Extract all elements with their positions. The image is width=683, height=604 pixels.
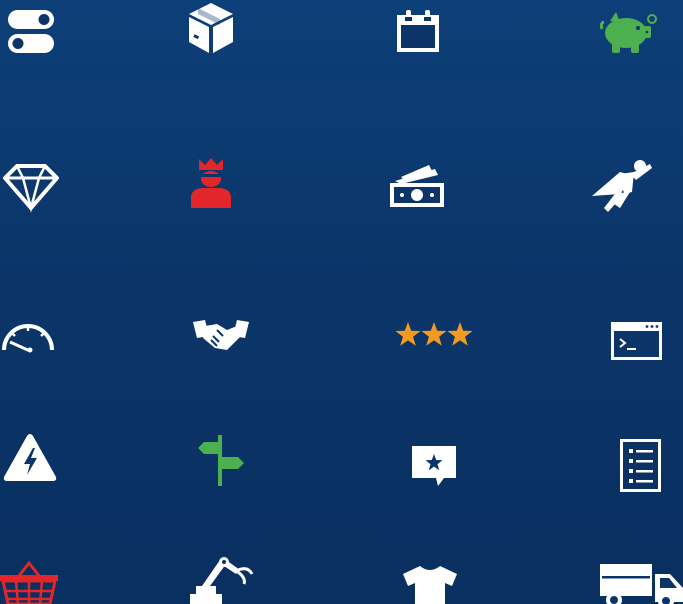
- high-voltage-warning-icon: [2, 433, 58, 482]
- calendar-icon: [396, 10, 440, 53]
- robot-arm-icon: [190, 556, 256, 604]
- shopping-basket-icon: [0, 560, 58, 604]
- delivery-truck-icon: [600, 564, 683, 604]
- superhero-icon: [590, 158, 652, 214]
- star-chat-bubble-icon: [412, 446, 456, 487]
- t-shirt-icon: [403, 566, 457, 604]
- handshake-icon: [193, 318, 249, 354]
- king-user-icon: [190, 158, 232, 209]
- signpost-icon: [198, 435, 244, 486]
- diamond-icon: [3, 164, 59, 213]
- speedometer-icon: [0, 318, 56, 353]
- terminal-window-icon: [611, 322, 662, 360]
- toggle-switches-icon: [8, 10, 56, 54]
- checklist-icon: [620, 439, 661, 492]
- piggy-bank-icon: [599, 12, 657, 54]
- money-bills-icon: [389, 163, 445, 208]
- package-box-icon: [188, 2, 234, 54]
- three-stars-icon: [395, 321, 473, 349]
